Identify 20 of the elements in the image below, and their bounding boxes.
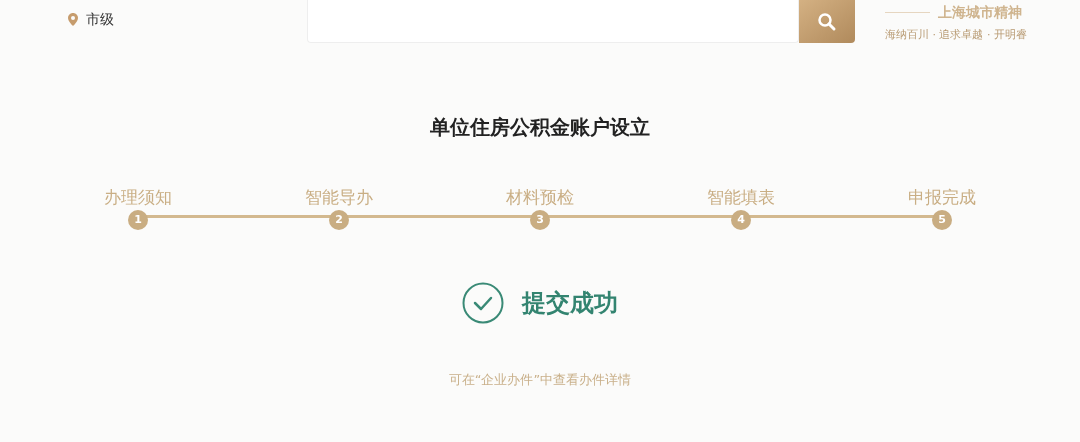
step-number: 3 [530,210,550,230]
step-label: 智能填表 [707,186,775,208]
success-message: 提交成功 [522,288,618,319]
hint-text: 可在“企业办件”中查看办件详情 [448,371,632,389]
step-label: 申报完成 [908,186,976,208]
search-icon [817,11,837,32]
slogan-subtitle: 海纳百川 · 追求卓越 · 开明睿 [885,27,1027,43]
slogan-title: 上海城市精神 [938,3,1022,22]
location-pin-icon [68,13,78,26]
location-label[interactable]: 市级 [86,9,114,30]
step-label: 材料预检 [506,186,574,208]
check-circle-icon [462,282,504,324]
step-number: 5 [932,210,952,230]
page-title: 单位住房公积金账户设立 [430,114,650,141]
step-number: 2 [329,210,349,230]
step-label: 办理须知 [104,186,172,208]
step-label: 智能导办 [305,186,373,208]
search-button[interactable] [799,0,855,43]
step-number: 1 [128,210,148,230]
step-number: 4 [731,210,751,230]
